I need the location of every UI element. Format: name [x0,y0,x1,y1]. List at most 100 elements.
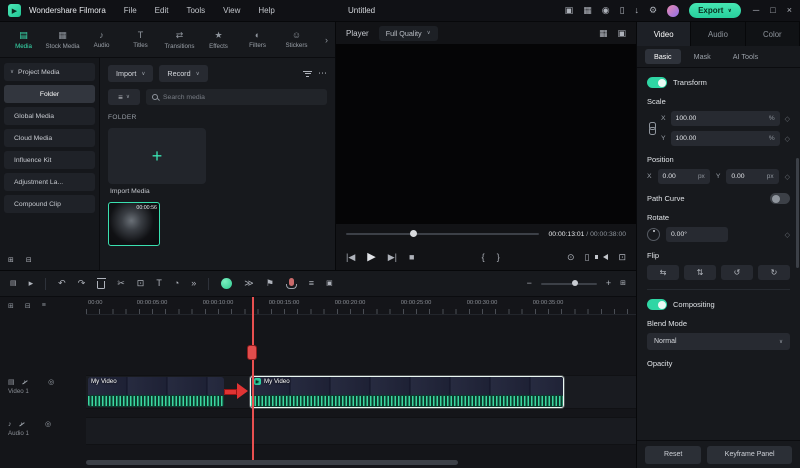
scale-y-input[interactable]: 100.00 % [670,131,780,146]
mark-out-icon[interactable]: } [497,252,500,262]
timeline-clip-1[interactable]: My Video [88,377,224,407]
mark-in-icon[interactable]: { [482,252,485,262]
sidebar-item-folder[interactable]: Folder [4,85,95,103]
add-track-icon[interactable]: ⊞ [8,302,14,310]
subtab-ai-tools[interactable]: AI Tools [724,49,767,64]
subtab-mask[interactable]: Mask [685,49,720,64]
settings-icon[interactable]: ⚙ [649,6,657,15]
volume-icon[interactable] [595,254,609,260]
menu-tools[interactable]: Tools [186,6,205,15]
split-icon[interactable]: ✂ [117,279,125,288]
sidebar-item-cloud-media[interactable]: Cloud Media [4,129,95,147]
mute-track-icon[interactable]: ♪ [23,379,27,386]
timeline-clip-2-selected[interactable]: ▶ My Video [250,376,564,408]
compositing-toggle[interactable] [647,299,667,310]
fullscreen-icon[interactable]: ⊡ [618,252,626,262]
search-input[interactable] [163,93,321,101]
flip-horizontal-button[interactable]: ⇆ [647,265,679,280]
record-button[interactable]: Record ∨ [159,65,208,82]
download-icon[interactable]: ↓ [635,6,640,15]
keyframe-icon[interactable]: ◇ [785,115,790,123]
fit-timeline-icon[interactable]: ⊞ [620,280,626,287]
sidebar-item-project-media[interactable]: ∨ Project Media [4,63,95,81]
keyframe-panel-button[interactable]: Keyframe Panel [707,445,792,464]
flip-vertical-button[interactable]: ⇅ [684,265,716,280]
undo-icon[interactable]: ↶ [58,279,66,288]
minimize-button[interactable]: ─ [753,6,759,15]
previous-frame-icon[interactable]: |◀ [346,252,355,262]
select-tool-icon[interactable]: ▸ [29,279,34,288]
workspace-icon[interactable]: ▦ [583,6,592,15]
screencast-icon[interactable]: ◉ [602,6,610,15]
track-menu-icon[interactable]: ≡ [42,302,46,310]
crop-icon[interactable]: ⊡ [137,279,145,288]
user-avatar[interactable] [667,4,680,17]
sidebar-item-influence-kit[interactable]: Influence Kit [4,151,95,169]
blend-mode-dropdown[interactable]: Normal ∨ [647,333,790,350]
sidebar-item-global-media[interactable]: Global Media [4,107,95,125]
tab-stickers[interactable]: ☺ Stickers [277,30,316,49]
link-scale-icon[interactable] [649,122,656,135]
redo-icon[interactable]: ↷ [78,279,86,288]
position-x-input[interactable]: 0.00 px [657,169,710,184]
properties-scrollbar[interactable] [796,158,799,268]
voiceover-mic-icon[interactable] [286,278,298,289]
tab-transitions[interactable]: ⇄ Transitions [160,30,199,50]
seek-bar[interactable] [346,230,539,237]
rotate-ccw-button[interactable]: ↺ [721,265,753,280]
menu-help[interactable]: Help [258,6,274,15]
sidebar-item-adjustment-layer[interactable]: Adjustment La... [4,173,95,191]
audio-mixer-icon[interactable]: ≡ [309,279,314,288]
import-button[interactable]: Import ∨ [108,65,154,82]
transform-toggle[interactable] [647,77,667,88]
zoom-slider-handle[interactable] [571,280,578,286]
screen-record-icon[interactable]: ▣ [326,280,333,287]
popout-player-icon[interactable]: ▣ [617,28,626,38]
filter-icon[interactable] [303,70,312,77]
position-y-input[interactable]: 0.00 px [726,169,779,184]
keyframe-icon[interactable]: ◇ [785,173,790,181]
hide-track-icon[interactable]: ◎ [48,378,54,386]
next-frame-icon[interactable]: ▶| [388,252,397,262]
rotate-cw-button[interactable]: ↻ [758,265,790,280]
delete-icon[interactable] [96,278,106,289]
keyframe-icon[interactable]: ◇ [785,135,790,143]
tab-titles[interactable]: T Titles [121,30,160,49]
lock-track-icon[interactable]: ◎ [45,420,51,428]
zoom-slider[interactable] [540,280,597,286]
remove-track-icon[interactable]: ⊟ [25,302,31,310]
tab-filters[interactable]: ◐ Filters [238,30,277,49]
zoom-out-icon[interactable]: − [527,279,532,288]
rotate-dial[interactable] [647,228,660,241]
snapshot-icon[interactable]: ⊙ [567,252,575,262]
marker-icon[interactable]: ⚑ [266,279,274,288]
gift-icon[interactable]: ▣ [565,6,574,15]
timeline-ruler[interactable]: 00:00 00:00:05:00 00:00:10:00 00:00:15:0… [86,297,636,315]
avatar-effects-icon[interactable] [221,278,233,289]
export-button[interactable]: Export ∨ [689,3,741,18]
menu-file[interactable]: File [124,6,137,15]
display-icon[interactable]: ▯ [620,6,625,15]
playhead-handle[interactable] [247,345,257,360]
import-media-tile[interactable]: + [108,128,206,184]
render-preview-icon[interactable]: ≫ [244,279,253,288]
sidebar-item-compound-clip[interactable]: Compound Clip [4,195,95,213]
new-folder-icon[interactable]: ⊞ [8,257,14,264]
tab-stock-media[interactable]: ▦ Stock Media [43,30,82,50]
more-tools-icon[interactable]: » [191,279,196,288]
speed-icon[interactable]: ◔ [174,279,179,288]
mirror-display-icon[interactable]: ▯ [584,252,589,262]
path-curve-toggle[interactable] [770,193,790,204]
delete-folder-icon[interactable]: ⊟ [26,257,32,264]
media-item-thumbnail[interactable]: 00:00:56 [108,202,160,246]
rotate-input[interactable]: 0.00° [666,227,728,242]
scale-x-input[interactable]: 100.00 % [670,111,780,126]
multiview-icon[interactable]: ▦ [599,28,608,38]
more-options-icon[interactable]: ⋯ [318,69,327,78]
menu-view[interactable]: View [223,6,240,15]
tab-audio-props[interactable]: Audio [691,22,746,46]
tab-audio[interactable]: ♪ Audio [82,30,121,49]
tab-effects[interactable]: ★ Effects [199,30,238,50]
stop-icon[interactable]: ■ [409,252,414,262]
tab-video[interactable]: Video [637,22,692,46]
